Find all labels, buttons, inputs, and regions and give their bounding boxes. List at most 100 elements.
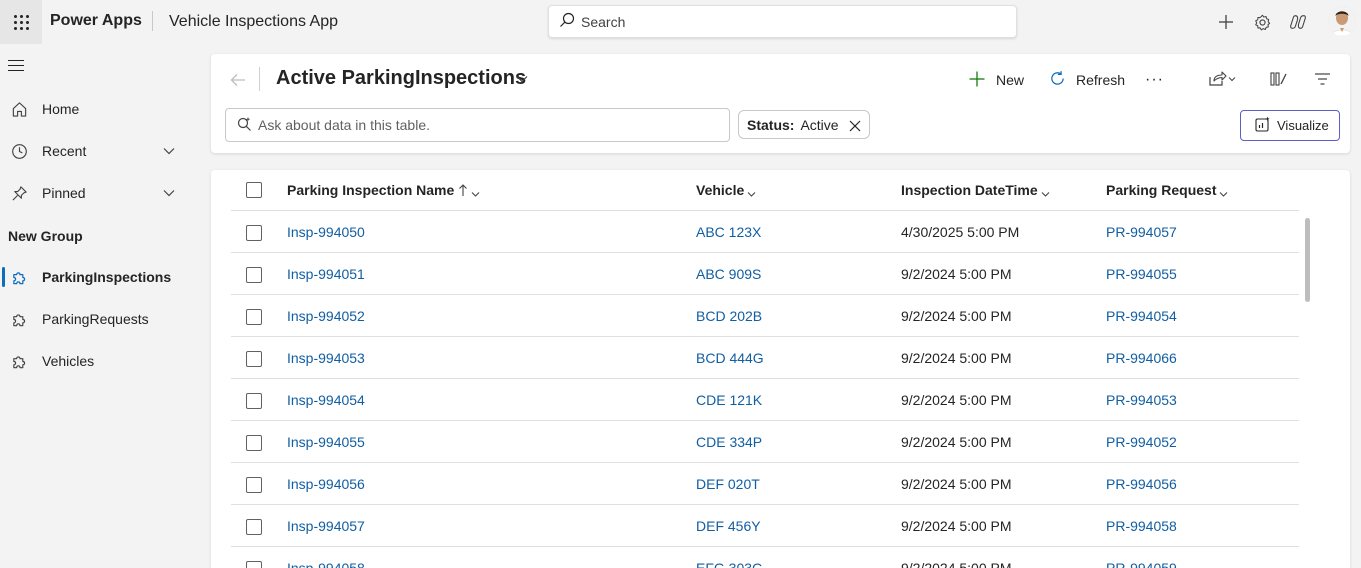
vehicle-link[interactable]: DEF 456Y	[696, 518, 761, 534]
vehicle-link[interactable]: CDE 334P	[696, 434, 762, 450]
inspection-datetime: 9/2/2024 5:00 PM	[901, 308, 1012, 324]
inspection-name-link[interactable]: Insp-994052	[287, 308, 365, 324]
edit-columns-button[interactable]	[1270, 66, 1288, 94]
waffle-icon[interactable]	[0, 0, 42, 44]
vehicle-link[interactable]: CDE 121K	[696, 392, 762, 408]
table-row[interactable]: Insp-994056 DEF 020T 9/2/2024 5:00 PM PR…	[231, 463, 1299, 505]
parking-request-link[interactable]: PR-994052	[1106, 434, 1177, 450]
inspection-name-link[interactable]: Insp-994056	[287, 476, 365, 492]
new-button[interactable]: New	[968, 66, 1024, 94]
visualize-button[interactable]: Visualize	[1240, 110, 1340, 141]
inspection-name-link[interactable]: Insp-994051	[287, 266, 365, 282]
status-filter-chip[interactable]: Status: Active	[738, 110, 870, 139]
settings-icon[interactable]	[1250, 8, 1274, 36]
table-row[interactable]: Insp-994052 BCD 202B 9/2/2024 5:00 PM PR…	[231, 295, 1299, 337]
row-checkbox[interactable]	[246, 393, 262, 409]
chevron-down-icon[interactable]	[162, 186, 176, 200]
grid-header-row: Parking Inspection Name Vehicle Inspecti…	[231, 170, 1299, 211]
inspection-datetime: 9/2/2024 5:00 PM	[901, 476, 1012, 492]
ask-data-box[interactable]	[225, 108, 730, 142]
vehicle-link[interactable]: BCD 444G	[696, 350, 764, 366]
table-row[interactable]: Insp-994058 EFG 303C 9/2/2024 5:00 PM PR…	[231, 547, 1299, 568]
app-name[interactable]: Power Apps	[50, 12, 142, 30]
nav-item-home[interactable]: Home	[0, 89, 198, 129]
chevron-down-icon	[1219, 186, 1228, 197]
nav-item-parkinginspections[interactable]: ParkingInspections	[0, 257, 198, 297]
table-row[interactable]: Insp-994054 CDE 121K 9/2/2024 5:00 PM PR…	[231, 379, 1299, 421]
avatar[interactable]	[1328, 6, 1356, 36]
inspection-name-link[interactable]: Insp-994055	[287, 434, 365, 450]
filter-chip-key: Status:	[747, 116, 795, 133]
column-header-inspection-name[interactable]: Parking Inspection Name	[287, 182, 480, 198]
nav-item-parkingrequests[interactable]: ParkingRequests	[0, 299, 198, 339]
vehicle-link[interactable]: EFG 303C	[696, 560, 762, 568]
select-all-checkbox[interactable]	[246, 182, 262, 198]
parking-request-link[interactable]: PR-994054	[1106, 308, 1177, 324]
refresh-button[interactable]: Refresh	[1049, 66, 1125, 94]
row-checkbox[interactable]	[246, 267, 262, 283]
nav-item-pinned[interactable]: Pinned	[0, 173, 198, 213]
parking-request-link[interactable]: PR-994055	[1106, 266, 1177, 282]
row-checkbox[interactable]	[246, 225, 262, 241]
parking-request-link[interactable]: PR-994066	[1106, 350, 1177, 366]
inspection-name-link[interactable]: Insp-994053	[287, 350, 365, 366]
table-row[interactable]: Insp-994057 DEF 456Y 9/2/2024 5:00 PM PR…	[231, 505, 1299, 547]
column-header-vehicle[interactable]: Vehicle	[696, 182, 756, 198]
app-title[interactable]: Vehicle Inspections App	[169, 13, 338, 31]
vehicle-link[interactable]: BCD 202B	[696, 308, 762, 324]
column-header-inspection-datetime[interactable]: Inspection DateTime	[901, 182, 1050, 198]
hamburger-menu-icon[interactable]	[8, 60, 24, 75]
filter-button[interactable]	[1314, 66, 1331, 94]
nav-item-recent[interactable]: Recent	[0, 131, 198, 171]
parking-request-link[interactable]: PR-994056	[1106, 476, 1177, 492]
chevron-down-icon	[747, 186, 756, 197]
search-input[interactable]	[581, 13, 981, 30]
more-commands-button[interactable]: ···	[1145, 66, 1164, 94]
vehicle-link[interactable]: DEF 020T	[696, 476, 760, 492]
parking-request-link[interactable]: PR-994058	[1106, 518, 1177, 534]
inspection-name-link[interactable]: Insp-994054	[287, 392, 365, 408]
share-button[interactable]	[1208, 66, 1236, 94]
top-bar: Power Apps Vehicle Inspections App	[0, 0, 1361, 44]
table-row[interactable]: Insp-994055 CDE 334P 9/2/2024 5:00 PM PR…	[231, 421, 1299, 463]
back-arrow-icon[interactable]	[229, 71, 247, 89]
nav-item-vehicles[interactable]: Vehicles	[0, 341, 198, 381]
inspection-datetime: 9/2/2024 5:00 PM	[901, 560, 1012, 568]
close-icon[interactable]	[849, 119, 861, 131]
row-checkbox[interactable]	[246, 351, 262, 367]
row-checkbox[interactable]	[246, 309, 262, 325]
chevron-down-icon[interactable]	[162, 144, 176, 158]
chevron-down-icon	[471, 186, 480, 197]
refresh-icon	[1049, 70, 1066, 90]
inspection-name-link[interactable]: Insp-994050	[287, 224, 365, 240]
inspection-name-link[interactable]: Insp-994058	[287, 560, 365, 568]
home-icon	[10, 100, 28, 118]
vehicle-link[interactable]: ABC 123X	[696, 224, 761, 240]
vehicle-link[interactable]: ABC 909S	[696, 266, 761, 282]
inspection-name-link[interactable]: Insp-994057	[287, 518, 365, 534]
parking-request-link[interactable]: PR-994059	[1106, 560, 1177, 568]
ask-data-input[interactable]	[258, 117, 718, 133]
view-selector-chevron-icon[interactable]	[515, 72, 529, 86]
row-checkbox[interactable]	[246, 477, 262, 493]
row-checkbox[interactable]	[246, 561, 262, 568]
parking-request-link[interactable]: PR-994057	[1106, 224, 1177, 240]
row-checkbox[interactable]	[246, 519, 262, 535]
nav-item-label: Pinned	[42, 185, 86, 201]
global-search[interactable]	[548, 5, 1017, 38]
column-header-parking-request[interactable]: Parking Request	[1106, 182, 1228, 198]
visualize-sparkle-icon	[1255, 116, 1271, 135]
filter-icon	[1314, 71, 1331, 90]
add-icon[interactable]	[1214, 8, 1238, 36]
view-title[interactable]: Active ParkingInspections	[276, 67, 526, 90]
table-row[interactable]: Insp-994051 ABC 909S 9/2/2024 5:00 PM PR…	[231, 253, 1299, 295]
table-row[interactable]: Insp-994050 ABC 123X 4/30/2025 5:00 PM P…	[231, 211, 1299, 253]
column-header-label: Inspection DateTime	[901, 182, 1038, 198]
vertical-scrollbar[interactable]	[1305, 218, 1310, 302]
new-button-label: New	[996, 72, 1025, 88]
parking-request-link[interactable]: PR-994053	[1106, 392, 1177, 408]
share-icon	[1208, 70, 1236, 90]
copilot-icon[interactable]	[1286, 8, 1310, 36]
row-checkbox[interactable]	[246, 435, 262, 451]
table-row[interactable]: Insp-994053 BCD 444G 9/2/2024 5:00 PM PR…	[231, 337, 1299, 379]
